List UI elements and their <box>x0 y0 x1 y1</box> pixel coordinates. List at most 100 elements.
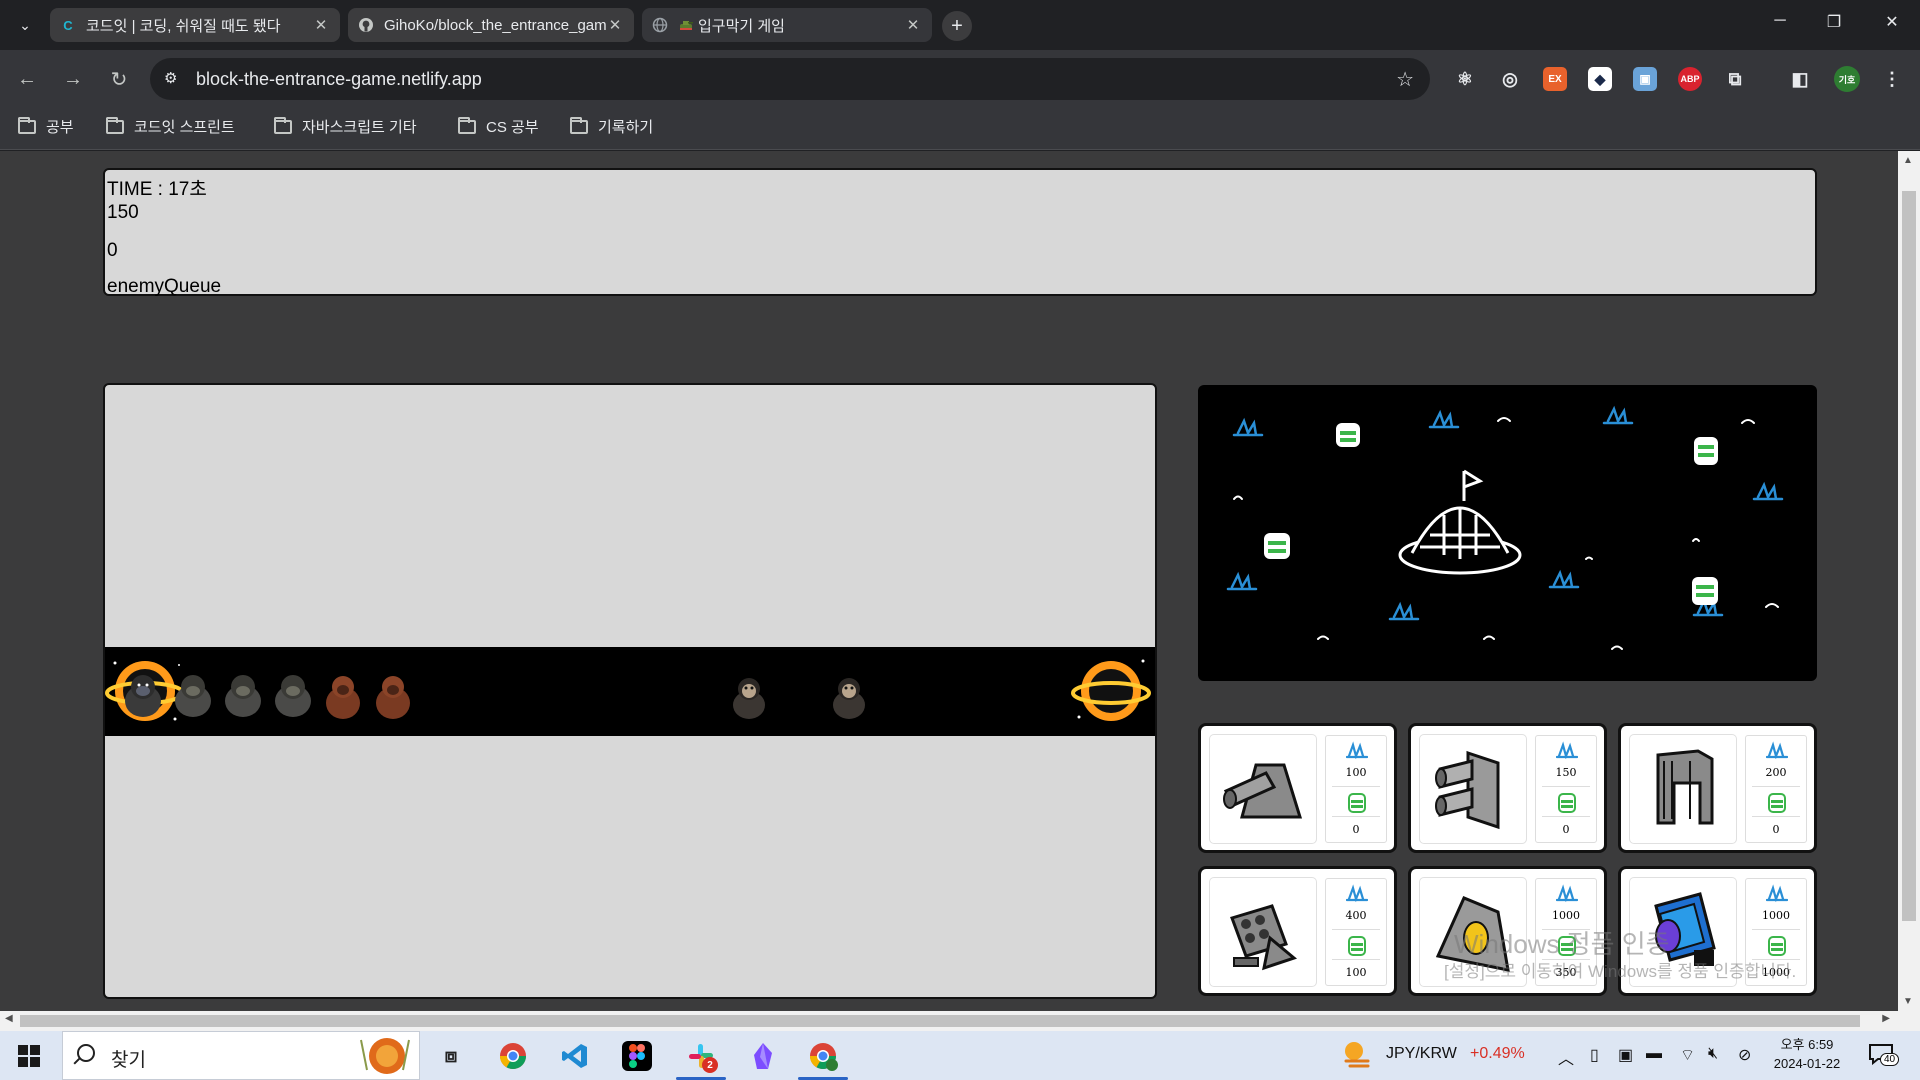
gold-display: 150 <box>107 202 139 223</box>
extensions-puzzle-icon[interactable]: ⧉ <box>1723 67 1747 91</box>
address-bar[interactable]: ⚙ block-the-entrance-game.netlify.app ☆ <box>150 58 1430 100</box>
side-panel-icon[interactable]: ◧ <box>1788 67 1812 91</box>
bookmark-folder-cs[interactable]: CS 공부 <box>458 116 539 137</box>
stone-barrel-icons <box>1264 423 1718 605</box>
bookmark-folder-study[interactable]: 공부 <box>18 116 74 137</box>
do-not-disturb-icon[interactable]: ⊘ <box>1738 1045 1751 1065</box>
scrollbar-thumb[interactable] <box>1902 191 1916 921</box>
gem-cost: 1000 <box>1762 909 1790 922</box>
weather-icon <box>1344 1042 1370 1068</box>
search-icon <box>77 1044 95 1062</box>
scroll-up-icon[interactable]: ▲ <box>1903 155 1913 166</box>
close-icon[interactable]: ✕ <box>606 16 624 34</box>
gem-cost: 400 <box>1345 909 1367 922</box>
tower-card-pillar[interactable]: 200 0 <box>1618 723 1817 853</box>
obsidian-icon[interactable] <box>748 1041 778 1071</box>
close-window-icon[interactable]: ✕ <box>1872 12 1912 32</box>
bookmark-folder-records[interactable]: 기록하기 <box>570 116 653 137</box>
ex-extension-icon[interactable]: EX <box>1543 67 1567 91</box>
search-label: 찾기 <box>111 1050 146 1071</box>
gem-cost: 150 <box>1555 766 1577 779</box>
tab-search-chevron-icon[interactable]: ⌄ <box>12 12 38 38</box>
figma-icon[interactable] <box>622 1041 652 1071</box>
adblock-icon[interactable]: ABP <box>1678 67 1702 91</box>
horizontal-scrollbar[interactable]: ◀ ▶ <box>0 1011 1920 1031</box>
tray-meet-icon[interactable]: ▣ <box>1618 1045 1633 1065</box>
tower-image <box>1210 735 1316 843</box>
vertical-scrollbar[interactable]: ▲ ▼ <box>1898 151 1920 1011</box>
tray-device-icon[interactable]: ▯ <box>1590 1045 1599 1065</box>
time-display: TIME : 17초 <box>107 179 207 200</box>
shield-extension-icon[interactable]: ◆ <box>1588 67 1612 91</box>
stone-barrel-icon <box>1348 936 1366 956</box>
crystal-icon <box>1428 409 1460 429</box>
battery-icon[interactable]: ▬ <box>1646 1045 1662 1063</box>
taskbar-search[interactable]: 찾기 <box>62 1031 420 1080</box>
crystal-icon <box>1556 741 1578 759</box>
close-icon[interactable]: ✕ <box>312 16 330 34</box>
tower-card-cannon[interactable]: 100 0 <box>1198 723 1397 853</box>
orangutan-enemy-icon <box>376 676 410 719</box>
back-icon[interactable]: ← <box>12 64 42 94</box>
new-tab-button[interactable]: + <box>942 11 972 41</box>
volume-muted-icon[interactable]: 🔇︎ <box>1708 1045 1718 1063</box>
globe-icon <box>652 17 668 33</box>
ticker-pair[interactable]: JPY/KRW <box>1386 1045 1457 1063</box>
bookmark-star-icon[interactable]: ☆ <box>1396 67 1414 92</box>
stone-barrel-icon <box>1348 793 1366 813</box>
tab-game[interactable]: 입구막기 게임 ✕ <box>642 8 932 42</box>
tab-codeit[interactable]: C 코드잇 | 코딩, 쉬워질 때도 됐다 ✕ <box>50 8 340 42</box>
pillar-tower-icon <box>1656 749 1714 825</box>
base-dome-icon <box>1398 469 1522 575</box>
bookmark-folder-sprint[interactable]: 코드잇 스프린트 <box>106 116 235 137</box>
scroll-right-icon[interactable]: ▶ <box>1882 1013 1890 1024</box>
tower-cost: 200 0 <box>1745 735 1807 843</box>
battlefield[interactable] <box>103 383 1157 999</box>
forward-icon[interactable]: → <box>58 64 88 94</box>
scrollbar-thumb[interactable] <box>20 1015 1860 1027</box>
react-devtools-icon[interactable]: ⚛ <box>1453 67 1477 91</box>
target-icon[interactable]: ◎ <box>1498 67 1522 91</box>
notification-center-icon[interactable]: 40 <box>1868 1043 1900 1069</box>
site-settings-icon[interactable]: ⚙ <box>164 69 177 87</box>
chrome-profile-icon[interactable] <box>808 1041 838 1071</box>
windows-activation-title: Windows 정품 인증 <box>1454 929 1670 959</box>
url-text[interactable]: block-the-entrance-game.netlify.app <box>196 69 482 90</box>
gorilla-enemy-icon <box>225 675 261 717</box>
tray-chevron-icon[interactable]: ︿ <box>1558 1045 1574 1069</box>
tab-github[interactable]: GihoKo/block_the_entrance_game ✕ <box>348 8 634 42</box>
vscode-icon[interactable] <box>560 1041 590 1071</box>
tower-card-double-cannon[interactable]: 150 0 <box>1408 723 1607 853</box>
goal-portal-icon <box>1071 659 1151 721</box>
restore-icon[interactable]: ❐ <box>1814 12 1854 32</box>
windows-start-icon[interactable] <box>18 1045 40 1067</box>
tower-card-multi-barrel[interactable]: 400 100 <box>1198 866 1397 996</box>
bookmark-folder-javascript[interactable]: 자바스크립트 기타 <box>274 116 417 137</box>
close-icon[interactable]: ✕ <box>904 16 922 34</box>
task-view-icon[interactable]: ⧈ <box>436 1041 466 1071</box>
wifi-icon[interactable]: ⌔ <box>1680 1045 1695 1065</box>
slack-notification-badge: 2 <box>702 1057 718 1073</box>
chrome-icon[interactable] <box>498 1041 528 1071</box>
screenshot-extension-icon[interactable]: ▣ <box>1633 67 1657 91</box>
gorilla-enemy-icon <box>275 675 311 717</box>
clock-time: 오후 6:59 <box>1780 1037 1834 1052</box>
base-map-canvas <box>1226 405 1784 650</box>
bookmark-label: 공부 <box>46 119 74 136</box>
chimpanzee-enemy-icon <box>833 678 865 719</box>
crystal-icon <box>1226 571 1258 591</box>
reload-icon[interactable]: ↻ <box>104 64 134 94</box>
cost-divider <box>1332 959 1380 960</box>
scroll-down-icon[interactable]: ▼ <box>1903 996 1913 1007</box>
cost-divider <box>1752 786 1800 787</box>
minimize-icon[interactable]: ─ <box>1760 12 1800 30</box>
profile-avatar[interactable]: 기호 <box>1834 66 1860 92</box>
score-display: 0 <box>107 240 118 261</box>
taskbar-clock[interactable]: 오후 6:59 2024-01-22 <box>1770 1035 1844 1073</box>
scroll-left-icon[interactable]: ◀ <box>5 1013 13 1024</box>
menu-kebab-icon[interactable]: ⋮ <box>1880 67 1904 91</box>
chimpanzee-enemy-icon <box>733 678 765 719</box>
slack-icon[interactable]: 2 <box>686 1041 718 1073</box>
tank-emoji-icon <box>678 17 694 33</box>
crystal-icon <box>1232 417 1264 437</box>
